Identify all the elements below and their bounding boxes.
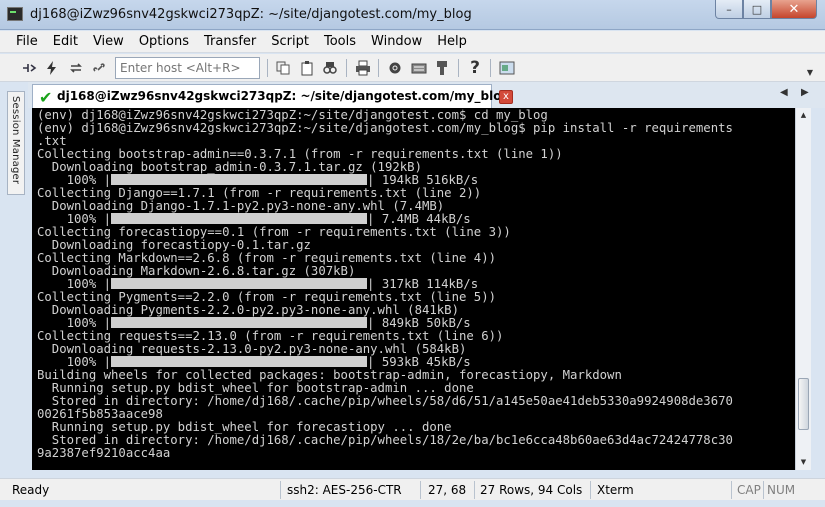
status-divider [731,481,732,499]
sftp-icon[interactable] [433,59,451,77]
scroll-up-icon[interactable]: ▲ [796,108,811,123]
menu-file[interactable]: File [16,34,38,49]
find-icon[interactable] [321,59,339,77]
session-manager-label: Session Manager [10,96,21,185]
toolbar-overflow-icon[interactable]: ▼ [807,68,813,77]
status-num-lock: NUM [767,483,796,497]
menu-window[interactable]: Window [371,34,422,49]
download-progress-bar [111,174,368,185]
status-terminal-size: 27 Rows, 94 Cols [480,483,583,497]
connect-icon[interactable] [20,59,38,77]
progress-suffix: | 849kB 50kB/s [367,316,471,330]
menu-help[interactable]: Help [437,34,467,49]
toolbar-separator [378,59,379,77]
terminal-output[interactable]: (env) dj168@iZwz96snv42gskwci273qpZ:~/si… [32,108,795,470]
close-button[interactable]: ✕ [771,0,817,19]
tab-close-icon[interactable]: x [499,90,513,104]
status-divider [420,481,421,499]
progress-suffix: | 317kB 114kB/s [367,277,479,291]
status-cipher: ssh2: AES-256-CTR [287,483,402,497]
progress-prefix: 100% | [37,212,112,226]
print-icon[interactable] [354,59,372,77]
status-divider [474,481,475,499]
window-controls: – □ ✕ [715,0,817,20]
reconnect-icon[interactable] [67,59,85,77]
session-manager-tab[interactable]: Session Manager [7,91,25,195]
screenshot-icon[interactable] [498,59,516,77]
window-title: dj168@iZwz96snv42gskwci273qpZ: ~/site/dj… [30,7,472,22]
minimize-button[interactable]: – [715,0,743,19]
copy-icon[interactable] [274,59,292,77]
session-tab[interactable]: ✔ dj168@iZwz96snv42gskwci273qpZ: ~/site/… [32,84,513,108]
scrollbar-thumb[interactable] [798,378,809,430]
tab-next-icon[interactable]: ▶ [801,87,809,98]
connected-check-icon: ✔ [39,88,53,107]
progress-suffix: | 7.4MB 44kB/s [367,212,471,226]
menu-script[interactable]: Script [271,34,309,49]
quick-connect-icon[interactable] [43,59,61,77]
status-cursor-position: 27, 68 [428,483,467,497]
settings-icon[interactable] [386,59,404,77]
progress-suffix: | 593kB 45kB/s [367,355,471,369]
toolbar: ? ▼ [0,54,825,82]
menu-options[interactable]: Options [139,34,189,49]
toolbar-separator [346,59,347,77]
status-divider [763,481,764,499]
keymap-icon[interactable] [410,59,428,77]
download-progress-bar [111,317,368,328]
title-bar: dj168@iZwz96snv42gskwci273qpZ: ~/site/dj… [0,0,825,30]
help-icon[interactable]: ? [466,58,484,78]
progress-prefix: 100% | [37,355,112,369]
progress-suffix: | 194kB 516kB/s [367,173,479,187]
progress-prefix: 100% | [37,173,112,187]
download-progress-bar [111,278,368,289]
terminal-line: 9a2387ef9210acc4aa [37,446,171,460]
disconnect-icon[interactable] [91,59,109,77]
maximize-button[interactable]: □ [743,0,771,19]
download-progress-bar [111,213,368,224]
toolbar-separator [490,59,491,77]
menu-bar: File Edit View Options Transfer Script T… [0,31,825,53]
status-ready: Ready [12,483,50,497]
download-progress-bar [111,356,368,367]
terminal-line: (env) dj168@iZwz96snv42gskwci273qpZ:~/si… [37,121,733,135]
terminal-scrollbar[interactable]: ▲ ▼ [795,108,811,470]
status-bar: Ready ssh2: AES-256-CTR 27, 68 27 Rows, … [0,478,825,500]
terminal-app-icon[interactable] [7,7,23,21]
host-input[interactable] [115,57,260,79]
status-terminal-type: Xterm [597,483,634,497]
menu-edit[interactable]: Edit [53,34,78,49]
session-tab-label: dj168@iZwz96snv42gskwci273qpZ: ~/site/dj… [57,89,511,103]
status-caps-lock: CAP [737,483,761,497]
menu-transfer[interactable]: Transfer [204,34,256,49]
status-divider [590,481,591,499]
status-divider [280,481,281,499]
paste-icon[interactable] [298,59,316,77]
scroll-down-icon[interactable]: ▼ [796,455,811,470]
toolbar-separator [458,59,459,77]
menu-view[interactable]: View [93,34,124,49]
session-tab-bar: ✔ dj168@iZwz96snv42gskwci273qpZ: ~/site/… [28,82,825,108]
toolbar-separator [267,59,268,77]
menu-tools[interactable]: Tools [324,34,356,49]
tab-prev-icon[interactable]: ◀ [780,87,788,98]
progress-prefix: 100% | [37,316,112,330]
progress-prefix: 100% | [37,277,112,291]
